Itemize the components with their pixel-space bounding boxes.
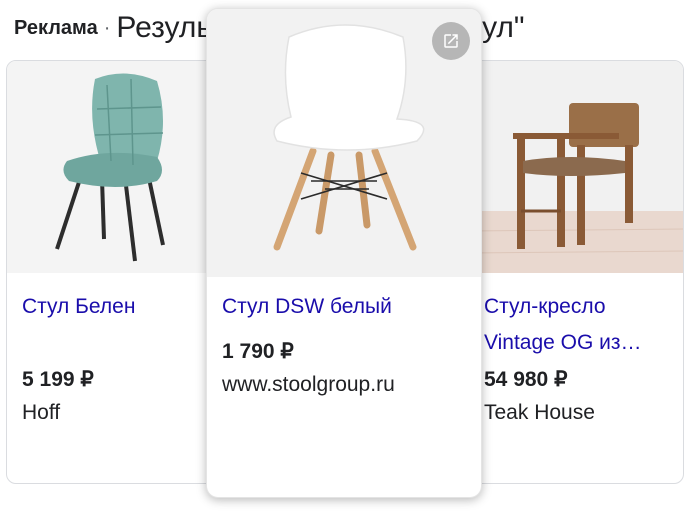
product-name-line1[interactable]: Стул-кресло — [484, 290, 606, 323]
product-seller: Hoff — [22, 401, 61, 424]
open-external-icon — [444, 34, 458, 48]
product-name[interactable]: Стул Белен — [22, 290, 135, 323]
product-name-line2[interactable]: Vintage OG из… — [484, 326, 642, 359]
product-price: 54 980 ₽ — [484, 368, 568, 391]
product-card-vintage-og[interactable]: Стул-кресло Vintage OG из… 54 980 ₽ Teak… — [468, 60, 684, 484]
wooden-armchair-icon — [469, 61, 683, 273]
product-image[interactable] — [469, 61, 683, 273]
header-separator: · — [103, 16, 111, 39]
ad-label: Реклама — [14, 16, 98, 39]
product-price: 1 790 ₽ — [222, 340, 294, 363]
product-name[interactable]: Стул DSW белый — [222, 290, 392, 323]
open-external-button[interactable] — [432, 22, 470, 60]
product-card-dsw[interactable]: Стул DSW белый 1 790 ₽ www.stoolgroup.ru — [206, 8, 482, 498]
product-seller: Teak House — [484, 401, 595, 424]
product-seller: www.stoolgroup.ru — [222, 373, 395, 396]
product-price: 5 199 ₽ — [22, 368, 94, 391]
